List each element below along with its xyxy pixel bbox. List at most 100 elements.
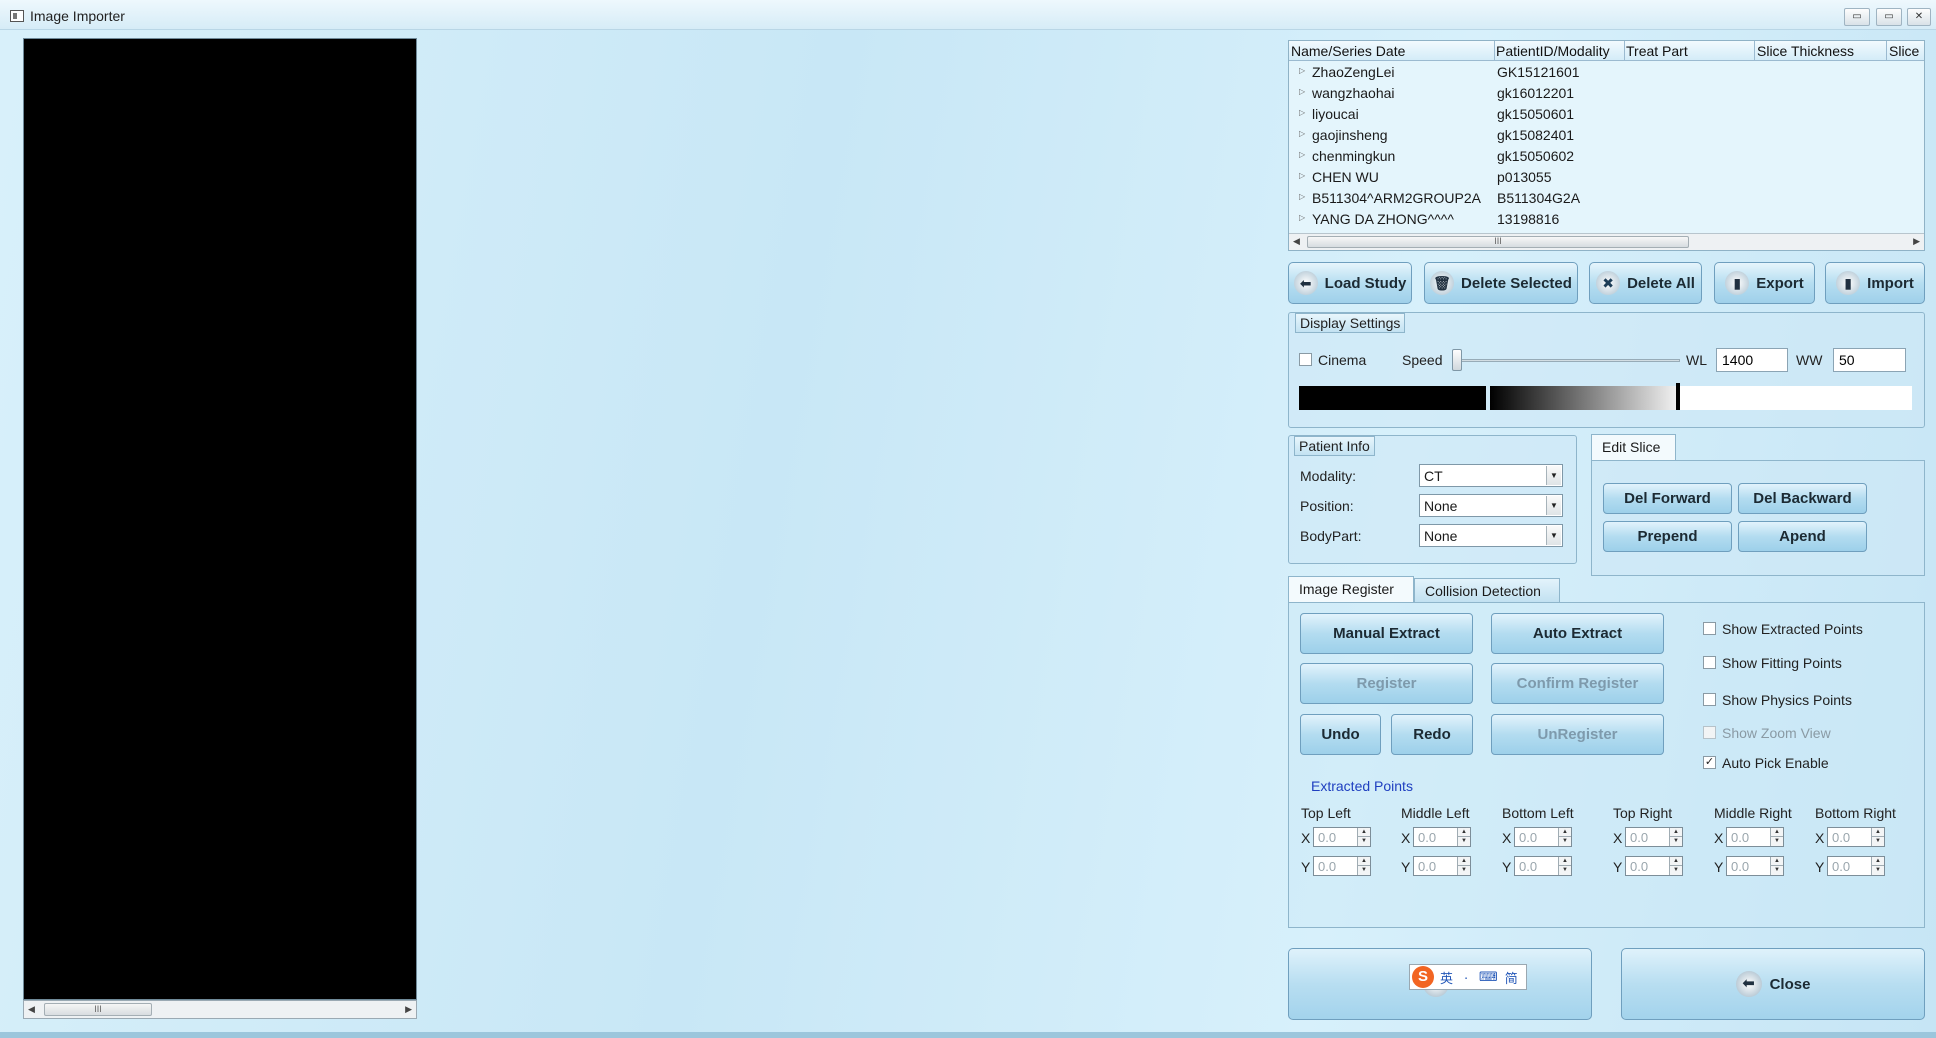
spin-down-icon[interactable]: ▼: [1457, 866, 1470, 875]
spin-down-icon[interactable]: ▼: [1558, 837, 1571, 846]
show-zoom-view-checkbox[interactable]: [1703, 726, 1716, 739]
table-row[interactable]: ▷ ZhaoZengLei GK15121601: [1289, 62, 1924, 83]
column-header-slice-thickness[interactable]: Slice Thickness: [1757, 43, 1854, 59]
register-button[interactable]: Register: [1300, 663, 1473, 704]
spin-up-icon[interactable]: ▲: [1558, 857, 1571, 866]
prepend-button[interactable]: Prepend: [1603, 521, 1732, 552]
ime-english-toggle[interactable]: 英: [1440, 968, 1453, 987]
expand-arrow-icon[interactable]: ▷: [1299, 150, 1305, 159]
table-row[interactable]: ▷ CHEN WU p013055: [1289, 167, 1924, 188]
spin-down-icon[interactable]: ▼: [1871, 837, 1884, 846]
auto-pick-enable-checkbox[interactable]: ✓: [1703, 756, 1716, 769]
top-right-y-spinner[interactable]: 0.0 ▲ ▼: [1625, 856, 1683, 876]
spin-up-icon[interactable]: ▲: [1871, 828, 1884, 837]
spin-down-icon[interactable]: ▼: [1669, 837, 1682, 846]
bottom-left-x-spinner[interactable]: 0.0 ▲ ▼: [1514, 827, 1572, 847]
del-forward-button[interactable]: Del Forward: [1603, 483, 1732, 514]
scroll-left-arrow-icon[interactable]: ◀: [28, 1004, 35, 1015]
spin-down-icon[interactable]: ▼: [1871, 866, 1884, 875]
spin-down-icon[interactable]: ▼: [1357, 866, 1370, 875]
expand-arrow-icon[interactable]: ▷: [1299, 213, 1305, 222]
chevron-down-icon[interactable]: ▼: [1546, 466, 1561, 485]
spin-up-icon[interactable]: ▲: [1457, 828, 1470, 837]
chevron-down-icon[interactable]: ▼: [1546, 496, 1561, 515]
export-button[interactable]: ▮ Export: [1714, 262, 1815, 304]
top-left-x-spinner[interactable]: 0.0 ▲ ▼: [1313, 827, 1371, 847]
table-horizontal-scrollbar[interactable]: ◀ III ▶: [1289, 233, 1924, 250]
undo-button[interactable]: Undo: [1300, 714, 1381, 755]
ime-punctuation-toggle[interactable]: ㆍ: [1460, 968, 1472, 987]
import-button[interactable]: ▮ Import: [1825, 262, 1925, 304]
middle-left-y-spinner[interactable]: 0.0 ▲ ▼: [1413, 856, 1471, 876]
ime-toolbar[interactable]: S 英 ㆍ ⌨ 简: [1409, 964, 1527, 990]
manual-extract-button[interactable]: Manual Extract: [1300, 613, 1473, 654]
table-row[interactable]: ▷ liyoucai gk15050601: [1289, 104, 1924, 125]
spin-up-icon[interactable]: ▲: [1669, 857, 1682, 866]
spin-up-icon[interactable]: ▲: [1558, 828, 1571, 837]
maximize-button[interactable]: ▭: [1876, 8, 1902, 26]
spin-up-icon[interactable]: ▲: [1770, 828, 1783, 837]
bottom-left-y-spinner[interactable]: 0.0 ▲ ▼: [1514, 856, 1572, 876]
table-row[interactable]: ▷ YANG DA ZHONG^^^^ 13198816: [1289, 209, 1924, 230]
show-extracted-points-checkbox[interactable]: [1703, 622, 1716, 635]
expand-arrow-icon[interactable]: ▷: [1299, 192, 1305, 201]
keyboard-icon[interactable]: ⌨: [1479, 969, 1498, 985]
bottom-right-x-spinner[interactable]: 0.0 ▲ ▼: [1827, 827, 1885, 847]
position-select[interactable]: None ▼: [1419, 494, 1563, 517]
ww-input[interactable]: [1833, 348, 1906, 372]
ime-simplified-toggle[interactable]: 简: [1505, 968, 1518, 987]
scroll-right-arrow-icon[interactable]: ▶: [405, 1004, 412, 1015]
expand-arrow-icon[interactable]: ▷: [1299, 66, 1305, 75]
spin-up-icon[interactable]: ▲: [1457, 857, 1470, 866]
table-scroll-thumb[interactable]: III: [1307, 236, 1689, 248]
spin-up-icon[interactable]: ▲: [1871, 857, 1884, 866]
confirm-register-button[interactable]: Confirm Register: [1491, 663, 1664, 704]
top-right-x-spinner[interactable]: 0.0 ▲ ▼: [1625, 827, 1683, 847]
study-table[interactable]: Name/Series Date PatientID/Modality Trea…: [1288, 40, 1925, 251]
top-left-y-spinner[interactable]: 0.0 ▲ ▼: [1313, 856, 1371, 876]
bodypart-select[interactable]: None ▼: [1419, 524, 1563, 547]
table-row[interactable]: ▷ B511304^ARM2GROUP2A B511304G2A: [1289, 188, 1924, 209]
scroll-left-arrow-icon[interactable]: ◀: [1293, 236, 1300, 247]
speed-slider-track[interactable]: [1454, 359, 1680, 362]
delete-selected-button[interactable]: 🗑 Delete Selected: [1424, 262, 1578, 304]
middle-right-x-spinner[interactable]: 0.0 ▲ ▼: [1726, 827, 1784, 847]
expand-arrow-icon[interactable]: ▷: [1299, 129, 1305, 138]
expand-arrow-icon[interactable]: ▷: [1299, 171, 1305, 180]
tab-image-register[interactable]: Image Register: [1288, 576, 1414, 602]
del-backward-button[interactable]: Del Backward: [1738, 483, 1867, 514]
bottom-right-y-spinner[interactable]: 0.0 ▲ ▼: [1827, 856, 1885, 876]
expand-arrow-icon[interactable]: ▷: [1299, 108, 1305, 117]
load-study-button[interactable]: ⬅ Load Study: [1288, 262, 1412, 304]
middle-right-y-spinner[interactable]: 0.0 ▲ ▼: [1726, 856, 1784, 876]
spin-down-icon[interactable]: ▼: [1357, 837, 1370, 846]
spin-down-icon[interactable]: ▼: [1770, 837, 1783, 846]
spin-down-icon[interactable]: ▼: [1770, 866, 1783, 875]
tab-edit-slice[interactable]: Edit Slice: [1591, 434, 1676, 460]
close-window-button[interactable]: ✕: [1907, 8, 1931, 26]
middle-left-x-spinner[interactable]: 0.0 ▲ ▼: [1413, 827, 1471, 847]
tab-collision-detection[interactable]: Collision Detection: [1414, 578, 1560, 602]
show-fitting-points-checkbox[interactable]: [1703, 656, 1716, 669]
image-viewer[interactable]: [23, 38, 417, 1000]
column-header-patientid[interactable]: PatientID/Modality: [1496, 43, 1610, 59]
spin-down-icon[interactable]: ▼: [1457, 837, 1470, 846]
expand-arrow-icon[interactable]: ▷: [1299, 87, 1305, 96]
spin-down-icon[interactable]: ▼: [1669, 866, 1682, 875]
close-button[interactable]: ⬅ Close: [1621, 948, 1925, 1020]
auto-extract-button[interactable]: Auto Extract: [1491, 613, 1664, 654]
wl-input[interactable]: [1716, 348, 1788, 372]
spin-down-icon[interactable]: ▼: [1558, 866, 1571, 875]
table-row[interactable]: ▷ chenmingkun gk15050602: [1289, 146, 1924, 167]
spin-up-icon[interactable]: ▲: [1770, 857, 1783, 866]
delete-all-button[interactable]: ✖ Delete All: [1589, 262, 1702, 304]
spin-up-icon[interactable]: ▲: [1357, 828, 1370, 837]
column-header-slice[interactable]: Slice: [1889, 43, 1919, 59]
scroll-right-arrow-icon[interactable]: ▶: [1913, 236, 1920, 247]
table-row[interactable]: ▷ wangzhaohai gk16012201: [1289, 83, 1924, 104]
viewer-horizontal-scrollbar[interactable]: ◀ III ▶: [23, 1000, 417, 1019]
redo-button[interactable]: Redo: [1391, 714, 1473, 755]
spin-up-icon[interactable]: ▲: [1357, 857, 1370, 866]
modality-select[interactable]: CT ▼: [1419, 464, 1563, 487]
spin-up-icon[interactable]: ▲: [1669, 828, 1682, 837]
